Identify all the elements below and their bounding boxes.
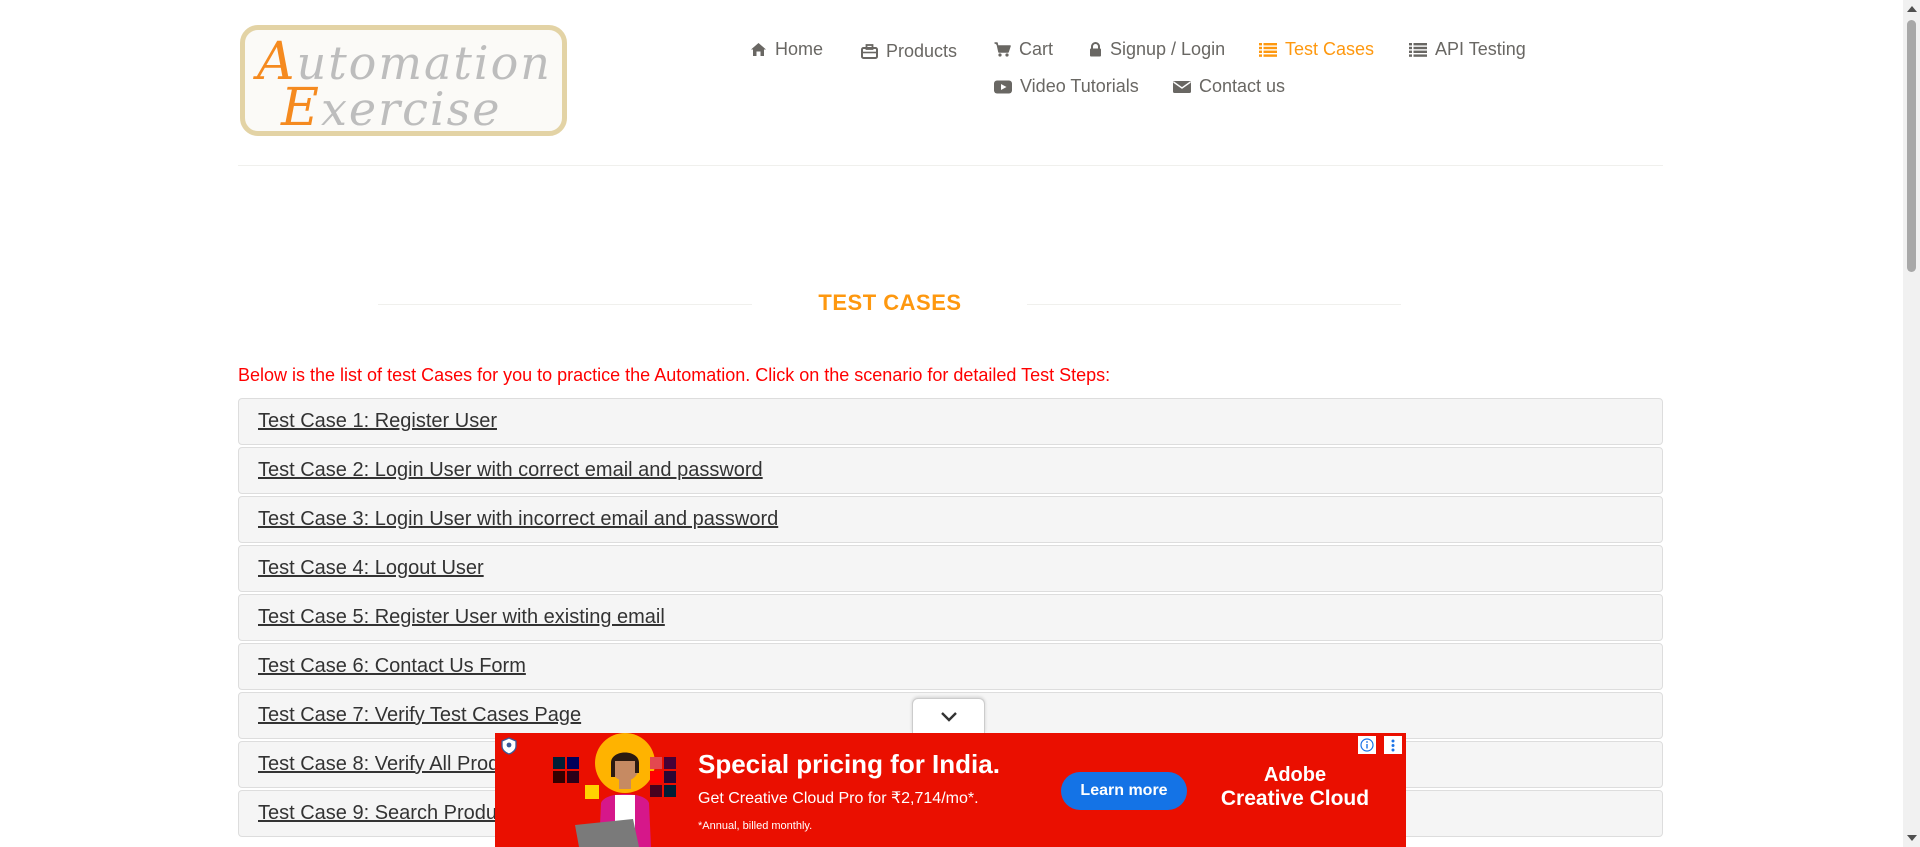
header-divider: [238, 165, 1663, 166]
list-icon: [1409, 42, 1427, 57]
test-case-panel: Test Case 5: Register User with existing…: [238, 594, 1663, 641]
test-case-panel: Test Case 6: Contact Us Form: [238, 643, 1663, 690]
ad-fineprint: *Annual, billed monthly.: [698, 820, 813, 832]
ad-brand: Adobe Creative Cloud: [1215, 763, 1375, 811]
home-icon: [751, 43, 766, 56]
test-case-link[interactable]: Test Case 6: Contact Us Form: [258, 655, 526, 678]
test-case-link[interactable]: Test Case 4: Logout User: [258, 557, 484, 580]
test-case-link[interactable]: Test Case 2: Login User with correct ema…: [258, 459, 763, 482]
envelope-icon: [1173, 80, 1191, 93]
chevron-down-icon: [940, 711, 957, 722]
ad-subline: Get Creative Cloud Pro for ₹2,714/mo*.: [698, 790, 979, 807]
page-title: TEST CASES: [818, 290, 962, 315]
ad-banner[interactable]: Special pricing for India. Get Creative …: [495, 733, 1406, 847]
test-case-panel: Test Case 3: Login User with incorrect e…: [238, 496, 1663, 543]
logo-line-2: Exercise: [281, 78, 502, 138]
test-case-panel: Test Case 2: Login User with correct ema…: [238, 447, 1663, 494]
test-case-link[interactable]: Test Case 5: Register User with existing…: [258, 606, 665, 629]
test-case-panel: Test Case 1: Register User: [238, 398, 1663, 445]
ad-more-options-icon[interactable]: [1384, 736, 1402, 754]
test-case-link[interactable]: Test Case 7: Verify Test Cases Page: [258, 704, 581, 727]
cart-icon: [994, 42, 1011, 57]
scroll-up-arrow[interactable]: [1907, 6, 1917, 12]
ad-learn-more-button[interactable]: Learn more: [1061, 772, 1187, 810]
nav-test-cases[interactable]: Test Cases: [1259, 39, 1374, 60]
nav-home[interactable]: Home: [750, 39, 823, 60]
briefcase-icon: [861, 44, 878, 59]
ad-brand-line-2: Creative Cloud: [1220, 787, 1370, 810]
nav-contact-us[interactable]: Contact us: [1173, 76, 1285, 97]
youtube-icon: [994, 80, 1012, 93]
site-logo[interactable]: Automation Exercise: [240, 25, 567, 138]
ad-headline: Special pricing for India.: [698, 749, 1000, 779]
nav-api-testing[interactable]: API Testing: [1409, 39, 1526, 60]
scroll-down-arrow[interactable]: [1907, 835, 1917, 841]
nav-cart[interactable]: Cart: [994, 39, 1053, 60]
test-case-panel: Test Case 4: Logout User: [238, 545, 1663, 592]
list-icon: [1259, 42, 1277, 57]
nav-signup-login[interactable]: Signup / Login: [1089, 39, 1225, 60]
lock-icon: [1090, 42, 1101, 57]
ad-illustration: [553, 733, 676, 847]
test-case-link[interactable]: Test Case 9: Search Product: [258, 802, 513, 825]
ad-shield-icon: [501, 737, 517, 760]
nav-products[interactable]: Products: [861, 41, 957, 62]
scroll-thumb[interactable]: [1907, 20, 1916, 272]
test-case-link[interactable]: Test Case 3: Login User with incorrect e…: [258, 508, 778, 531]
nav-video-tutorials[interactable]: Video Tutorials: [994, 76, 1139, 97]
page-scrollbar[interactable]: [1903, 0, 1920, 847]
ad-collapse-button[interactable]: [912, 698, 985, 733]
ad-info-icon[interactable]: [1358, 736, 1376, 754]
intro-text: Below is the list of test Cases for you …: [238, 365, 1111, 385]
ad-brand-line-1: Adobe: [1263, 764, 1327, 786]
test-case-link[interactable]: Test Case 1: Register User: [258, 410, 497, 433]
